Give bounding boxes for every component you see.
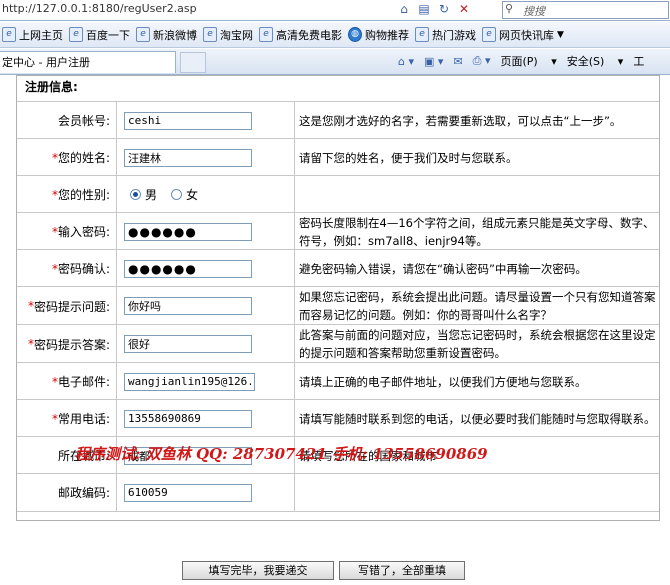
home-icon[interactable]: ⌂ ▾: [398, 55, 414, 68]
field-hint: 密码长度限制在4—16个字符之间，组成元素只能是英文字母、数字、符号，例如：sm…: [299, 215, 655, 248]
password-input[interactable]: [124, 222, 252, 241]
form-row-answer: *密码提示答案: 此答案与前面的问题对应，当您忘记密码时，系统会根据您在这里设定…: [17, 324, 659, 363]
search-placeholder: 搜搜: [523, 5, 545, 18]
form-row-name: *您的姓名: 请留下您的姓名，便于我们及时与您联系。: [17, 138, 659, 176]
favorite-link[interactable]: e 热门游戏: [415, 27, 476, 43]
ie-page-icon: e: [69, 27, 83, 42]
favorite-link[interactable]: e 上网主页: [2, 27, 63, 43]
field-label: 邮政编码:: [17, 474, 117, 511]
tab-current[interactable]: 定中心 - 用户注册: [0, 51, 176, 73]
account-input[interactable]: [124, 111, 252, 130]
field-hint: 请留下您的姓名，便于我们及时与您联系。: [299, 150, 518, 165]
field-label: * 电子邮件:: [17, 363, 117, 400]
field-label: 会员帐号:: [17, 102, 117, 139]
tab-bar: 定中心 - 用户注册 ⌂ ▾ ▣ ▾ ✉ ⎙ ▾ 页面(P) ▾ 安全(S) ▾…: [0, 49, 670, 75]
chevron-down-icon: ▼: [557, 29, 564, 40]
url-field[interactable]: http://127.0.0.1:8180/regUser2.asp: [2, 2, 197, 15]
radio-label-female: 女: [186, 188, 199, 202]
field-label: * 输入密码:: [17, 213, 117, 250]
page-menu[interactable]: 页面(P) ▾: [500, 53, 556, 69]
section-title: 注册信息:: [25, 80, 78, 94]
name-input[interactable]: [124, 148, 252, 167]
gender-male-radio[interactable]: [130, 189, 141, 200]
submit-button[interactable]: 填写完毕，我要递交: [182, 561, 334, 580]
field-label: * 您的姓名:: [17, 139, 117, 176]
field-label: * 您的性别:: [17, 176, 117, 213]
ie-page-icon: e: [2, 27, 16, 42]
field-hint: [295, 474, 659, 511]
favorite-link[interactable]: e 淘宝网: [203, 27, 253, 43]
ie-page-icon: e: [203, 27, 217, 42]
globe-icon: ◍: [348, 27, 362, 42]
refresh-icon[interactable]: ↻: [436, 1, 452, 17]
page-icon[interactable]: ▤: [416, 1, 432, 17]
password-confirm-input[interactable]: [124, 259, 252, 278]
field-hint: 请填写能随时联系到您的电话，以便必要时我们能随时与您取得联系。: [299, 411, 656, 426]
form-row-password: *输入密码: 密码长度限制在4—16个字符之间，组成元素只能是英文字母、数字、符…: [17, 212, 659, 250]
safety-menu[interactable]: 安全(S) ▾: [567, 53, 624, 69]
command-bar: ⌂ ▾ ▣ ▾ ✉ ⎙ ▾ 页面(P) ▾ 安全(S) ▾ 工: [398, 53, 654, 69]
stop-icon[interactable]: ✕: [456, 1, 472, 17]
favorite-link[interactable]: e 高清免费电影: [259, 27, 342, 43]
zip-input[interactable]: [124, 483, 252, 502]
question-input[interactable]: [124, 297, 252, 315]
gender-female-radio[interactable]: [171, 189, 183, 200]
favorite-link[interactable]: e 新浪微博: [136, 27, 197, 43]
favorite-link[interactable]: e 百度一下: [69, 27, 130, 43]
ie-page-icon: e: [415, 27, 429, 42]
email-input[interactable]: [124, 372, 255, 391]
favorite-dropdown[interactable]: e 网页快讯库 ▼: [482, 27, 564, 43]
field-hint: 此答案与前面的问题对应，当您忘记密码时，系统会根据您在这里设定的提示问题和答案帮…: [299, 328, 656, 360]
tester-credit: 程序测试: 双鱼林 QQ: 287307421 手机: 13558690869: [75, 445, 488, 463]
phone-input[interactable]: [124, 409, 252, 428]
print-icon[interactable]: ⎙ ▾: [473, 54, 491, 68]
field-hint: 避免密码输入错误，请您在“确认密码”中再输一次密码。: [299, 261, 587, 276]
compat-view-icon[interactable]: ⌂: [396, 1, 412, 17]
ie-page-icon: e: [259, 27, 273, 42]
answer-input[interactable]: [124, 335, 252, 353]
field-hint: [295, 176, 659, 213]
tools-menu[interactable]: 工: [633, 53, 644, 69]
search-icon: ⚲: [505, 2, 514, 15]
reset-button[interactable]: 写错了，全部重填: [339, 561, 465, 580]
radio-label-male: 男: [145, 188, 158, 202]
form-row-phone: *常用电话: 请填写能随时联系到您的电话，以便必要时我们能随时与您取得联系。: [17, 399, 659, 437]
form-actions: 填写完毕，我要递交 写错了，全部重填: [0, 561, 670, 581]
ie-page-icon: e: [136, 27, 150, 42]
field-hint: 这是您刚才选好的名字，若需要重新选取，可以点击“上一步”。: [299, 113, 622, 128]
new-tab-button[interactable]: [180, 52, 206, 73]
field-label: * 密码提示答案:: [17, 325, 117, 363]
ie-page-icon: e: [482, 27, 496, 42]
feeds-icon[interactable]: ▣ ▾: [424, 55, 443, 68]
field-hint: 如果您忘记密码，系统会提出此问题。请尽量设置一个只有您知道答案而容易记忆的问题。…: [299, 290, 656, 322]
search-box[interactable]: ⚲ 搜搜: [502, 1, 669, 19]
field-label: * 密码确认:: [17, 250, 117, 287]
favorite-link[interactable]: ◍ 购物推荐: [348, 27, 409, 43]
form-row-account: 会员帐号: 这是您刚才选好的名字，若需要重新选取，可以点击“上一步”。: [17, 101, 659, 139]
form-row-password-confirm: *密码确认: 避免密码输入错误，请您在“确认密码”中再输一次密码。: [17, 249, 659, 287]
field-label: * 常用电话:: [17, 400, 117, 437]
form-row-gender: * 您的性别: 男 女: [17, 175, 659, 213]
field-hint: 请填上正确的电子邮件地址，以便我们方便地与您联系。: [299, 374, 587, 389]
field-label: * 密码提示问题:: [17, 287, 117, 325]
form-row-zip: 邮政编码:: [17, 473, 659, 512]
form-row-email: *电子邮件: 请填上正确的电子邮件地址，以便我们方便地与您联系。: [17, 362, 659, 400]
favorites-bar: e 上网主页 e 百度一下 e 新浪微博 e 淘宝网 e 高清免费电影 ◍ 购物推荐 e 热门…: [0, 22, 670, 48]
address-bar: http://127.0.0.1:8180/regUser2.asp ⌂ ▤ ↻…: [0, 0, 670, 21]
mail-icon[interactable]: ✉: [453, 55, 462, 68]
form-row-question: *密码提示问题: 如果您忘记密码，系统会提出此问题。请尽量设置一个只有您知道答案…: [17, 286, 659, 325]
